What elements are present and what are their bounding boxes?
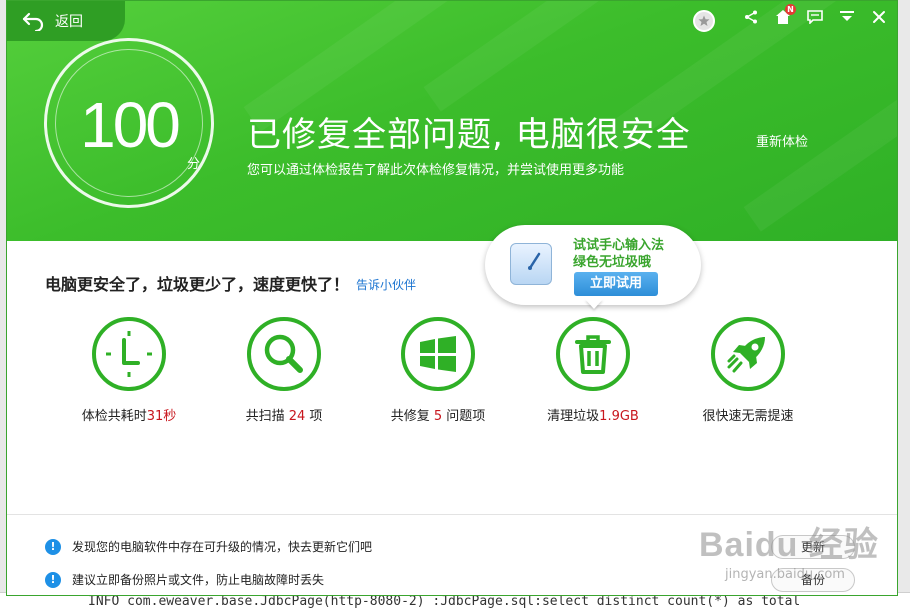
back-button[interactable]: 返回 (7, 1, 125, 41)
checkup-result-window: 返回 N 100 分 已修复全部问题, 电脑很安全 您可以通过体检报告了解此次体… (6, 0, 898, 596)
menu-icon[interactable] (837, 7, 857, 27)
result-subline: 您可以通过体检报告了解此次体检修复情况，并尝试使用更多功能 (247, 163, 625, 178)
window-toolbar: N (741, 4, 889, 27)
stat-junk-cleaned: 清理垃圾1.9GB (518, 317, 668, 424)
promo-subtitle: 绿色无垃圾哦 (573, 255, 652, 270)
notice-update: ! 发现您的电脑软件中存在可升级的情况，快去更新它们吧 (45, 538, 372, 555)
summary-text: 电脑更安全了，垃圾更少了，速度更快了！ (45, 275, 350, 294)
stat-repaired: 共修复 5 问题项 (363, 317, 513, 424)
try-now-button[interactable]: 立即试用 (574, 272, 658, 296)
info-icon: ! (45, 571, 61, 588)
close-icon[interactable] (869, 7, 889, 27)
promo-bubble-tail (585, 299, 603, 309)
stat-junk-cleaned-label: 清理垃圾1.9GB (547, 409, 639, 424)
info-icon: ! (45, 538, 61, 555)
result-header: 返回 N 100 分 已修复全部问题, 电脑很安全 您可以通过体检报告了解此次体… (7, 1, 897, 241)
clock-icon (92, 317, 166, 391)
editor-scrollbar[interactable] (898, 0, 910, 610)
stat-scanned-label: 共扫描 24 项 (245, 409, 323, 424)
section-divider (7, 514, 897, 515)
notification-icon[interactable]: N (773, 4, 796, 27)
score-unit: 分 (187, 157, 201, 172)
stat-duration-label: 体检共耗时31秒 (81, 409, 177, 424)
stat-duration: 体检共耗时31秒 (54, 317, 204, 424)
message-icon[interactable] (805, 7, 825, 27)
baidu-watermark-url: jingyan.baidu.com (725, 567, 845, 582)
input-method-app-icon (510, 243, 552, 285)
stat-speed: 很快速无需提速 (673, 317, 823, 424)
notification-badge: N (785, 4, 796, 15)
notice-backup: ! 建议立即备份照片或文件，防止电脑故障时丢失 (45, 571, 324, 588)
favorite-star-icon[interactable] (693, 10, 715, 32)
windows-logo-icon (401, 317, 475, 391)
back-arrow-icon (22, 12, 44, 31)
share-icon[interactable] (741, 7, 761, 27)
score-value: 100 (80, 89, 181, 161)
stat-speed-label: 很快速无需提速 (702, 409, 794, 424)
stat-repaired-label: 共修复 5 问题项 (390, 409, 486, 424)
share-with-friends-link[interactable]: 告诉小伙伴 (356, 276, 416, 293)
baidu-watermark: Baidu 经验 (699, 526, 879, 564)
stat-scanned: 共扫描 24 项 (209, 317, 359, 424)
notice-backup-text: 建议立即备份照片或文件，防止电脑故障时丢失 (72, 573, 325, 587)
trash-icon (556, 317, 630, 391)
result-headline: 已修复全部问题, 电脑很安全 (247, 115, 691, 155)
recheck-link[interactable]: 重新体检 (756, 131, 808, 150)
notice-update-text: 发现您的电脑软件中存在可升级的情况，快去更新它们吧 (72, 540, 373, 554)
rocket-icon (711, 317, 785, 391)
back-label: 返回 (55, 14, 83, 30)
magnifier-icon (247, 317, 321, 391)
